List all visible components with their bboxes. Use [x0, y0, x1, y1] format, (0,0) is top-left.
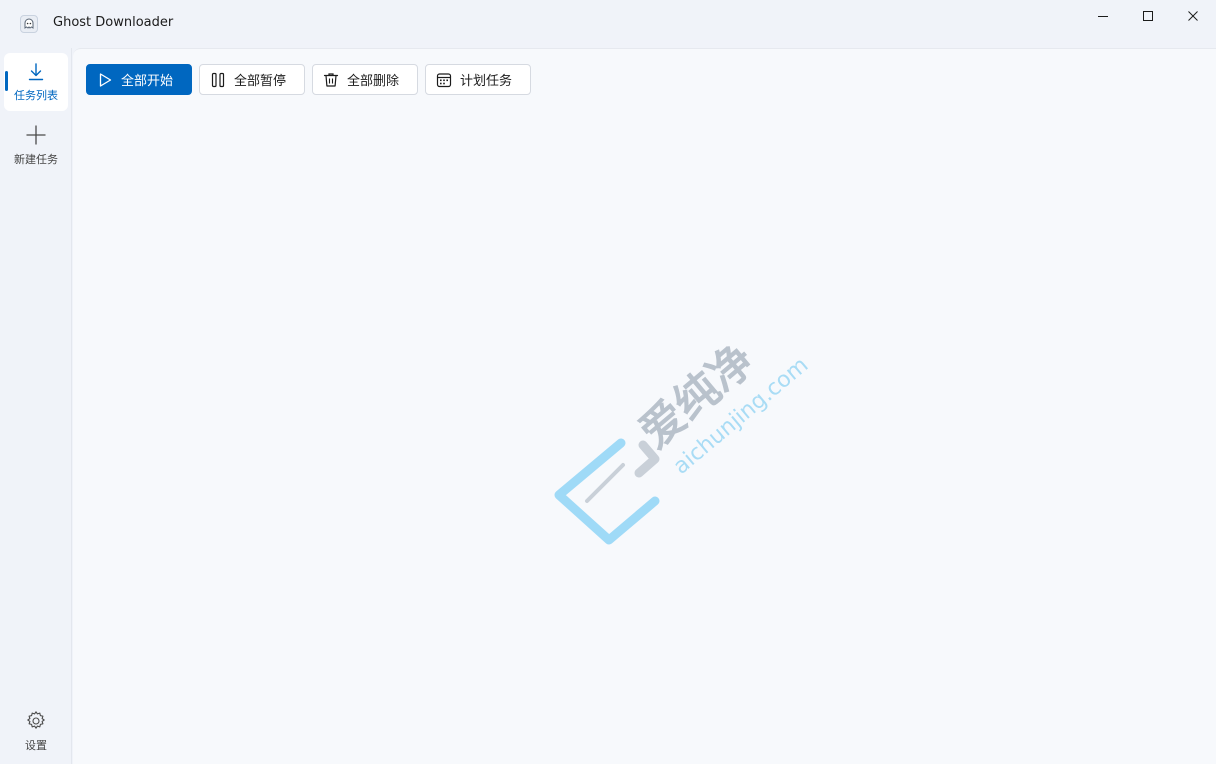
app-window: Ghost Downloader 任务列表 新建任务 设置 全部开始 全部暂停 … — [0, 0, 1216, 764]
pause-icon — [211, 72, 225, 87]
start-all-label: 全部开始 — [121, 74, 174, 89]
title-bar: Ghost Downloader — [0, 0, 1216, 48]
app-title: Ghost Downloader — [53, 15, 174, 30]
schedule-tasks-label: 计划任务 — [460, 74, 513, 89]
pause-all-button[interactable]: 全部暂停 — [199, 64, 305, 95]
sidebar-item-label: 任务列表 — [14, 88, 58, 102]
app-logo-icon — [20, 15, 38, 33]
minimize-icon — [1098, 16, 1108, 17]
download-icon — [28, 62, 44, 80]
task-list-panel: 全部开始 全部暂停 全部删除 计划任务 爱纯净 aichunjing.com — [73, 48, 1216, 764]
trash-icon — [323, 72, 339, 87]
sidebar-item-new-task[interactable]: 新建任务 — [4, 116, 68, 174]
gear-icon — [27, 710, 45, 729]
schedule-tasks-button[interactable]: 计划任务 — [425, 64, 531, 95]
active-indicator — [5, 71, 8, 91]
start-all-button[interactable]: 全部开始 — [86, 64, 192, 95]
sidebar-item-task-list[interactable]: 任务列表 — [4, 53, 68, 111]
close-icon — [1188, 11, 1198, 21]
play-icon — [99, 72, 112, 87]
calendar-icon — [436, 72, 452, 87]
watermark-logo-icon — [554, 438, 660, 545]
plus-icon — [26, 124, 46, 145]
toolbar: 全部开始 全部暂停 全部删除 计划任务 — [86, 64, 531, 95]
delete-all-label: 全部删除 — [347, 74, 400, 89]
watermark: 爱纯净 aichunjing.com — [554, 335, 813, 545]
maximize-icon — [1143, 11, 1153, 21]
sidebar-item-label: 新建任务 — [14, 152, 58, 166]
minimize-button[interactable] — [1080, 0, 1126, 32]
delete-all-button[interactable]: 全部删除 — [312, 64, 418, 95]
pause-all-label: 全部暂停 — [234, 74, 287, 89]
sidebar: 任务列表 新建任务 设置 — [0, 48, 72, 764]
sidebar-item-settings[interactable]: 设置 — [4, 702, 68, 760]
maximize-button[interactable] — [1125, 0, 1171, 32]
close-button[interactable] — [1170, 0, 1216, 32]
sidebar-item-label: 设置 — [25, 738, 47, 752]
